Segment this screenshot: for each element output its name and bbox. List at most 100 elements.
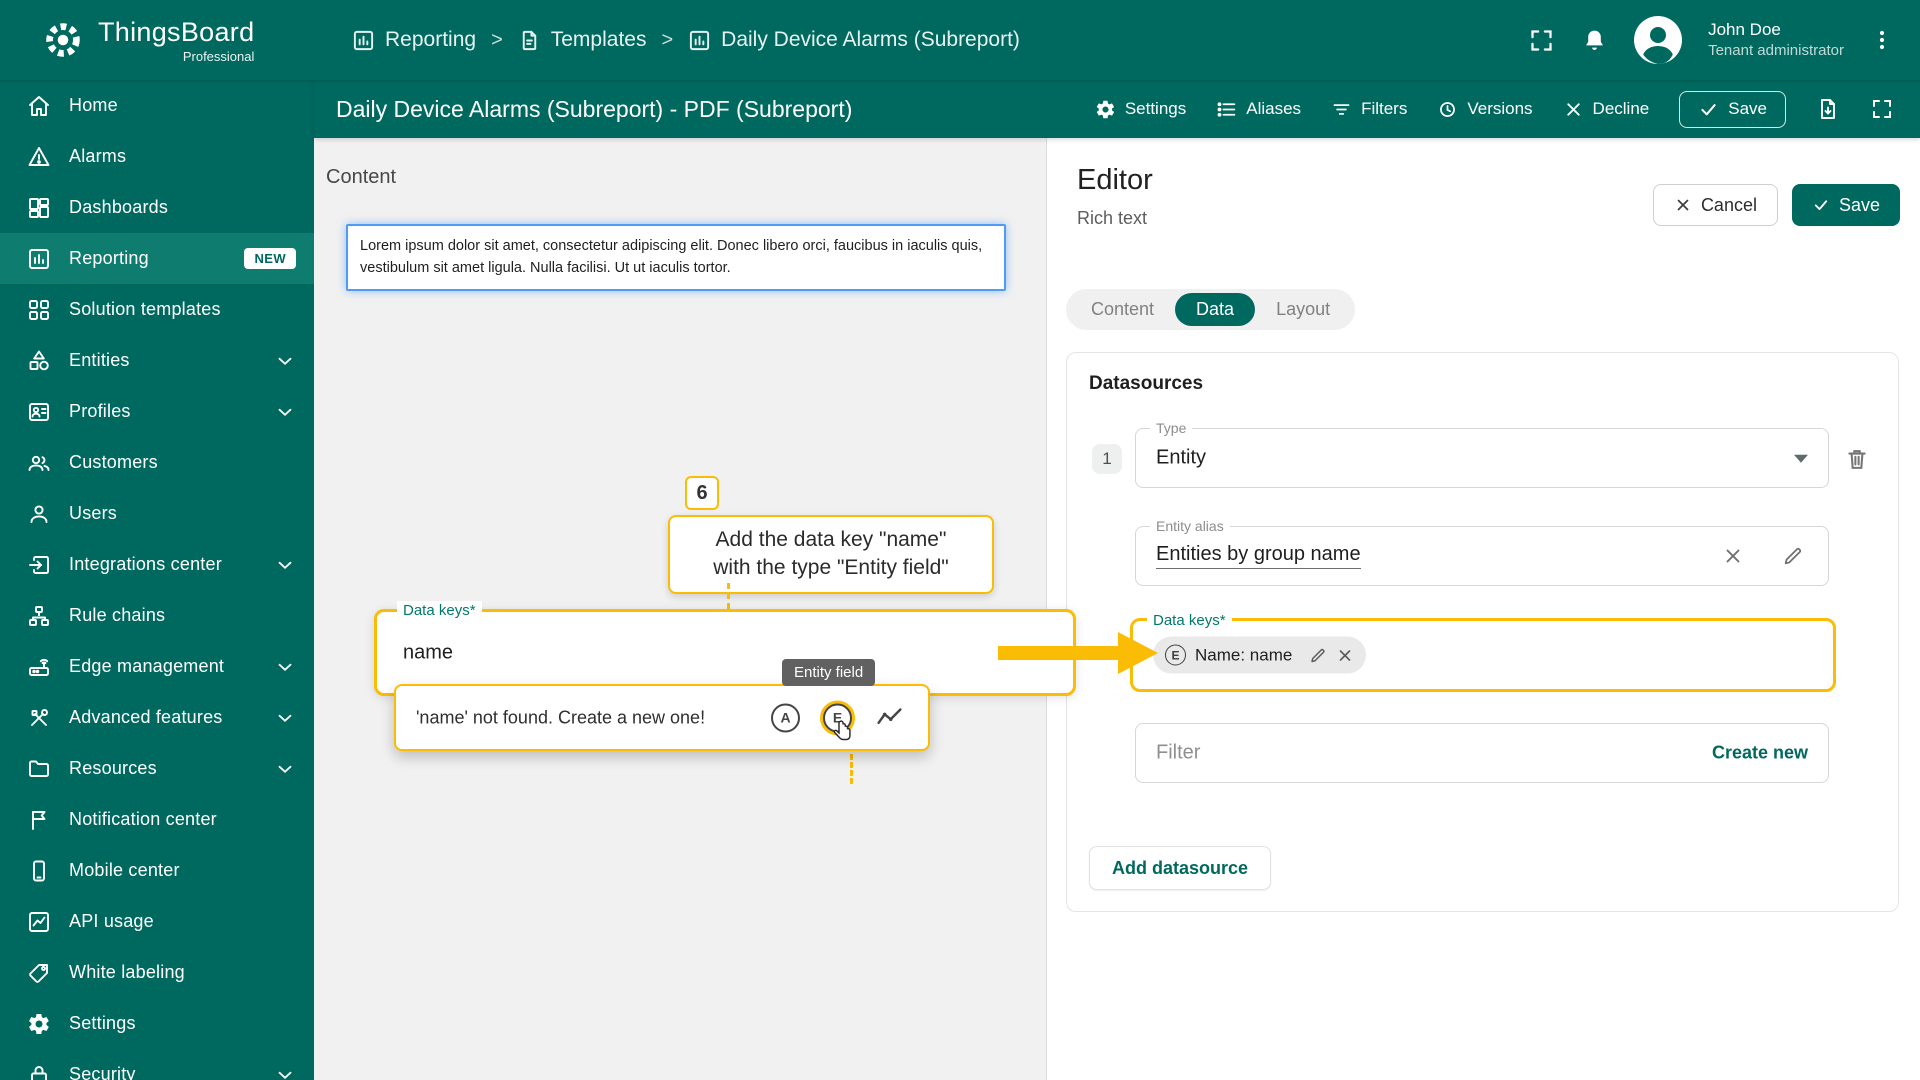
entity-field-type-icon: E — [1165, 644, 1186, 666]
user-menu[interactable]: John Doe Tenant administrator — [1708, 19, 1844, 61]
tutorial-arrow — [998, 632, 1158, 674]
sidebar-item-integrations-center[interactable]: Integrations center — [0, 539, 314, 590]
close-icon — [1566, 102, 1580, 116]
tutorial-datakeys-input[interactable]: Data keys* name — [374, 601, 1076, 696]
hand-cursor-icon — [833, 720, 851, 741]
tab-layout[interactable]: Layout — [1255, 293, 1351, 326]
sidebar-item-entities[interactable]: Entities — [0, 335, 314, 386]
entity-alias-value: Entities by group name — [1156, 543, 1361, 569]
sidebar-item-home[interactable]: Home — [0, 80, 314, 131]
toolbar-decline-button[interactable]: Decline — [1563, 99, 1649, 120]
alarms-icon — [27, 145, 51, 169]
sidebar-item-mobile-center[interactable]: Mobile center — [0, 845, 314, 896]
tab-data[interactable]: Data — [1175, 293, 1256, 326]
sidebar-item-api-usage[interactable]: API usage — [0, 896, 314, 947]
breadcrumb-reporting[interactable]: Reporting — [352, 28, 476, 52]
top-header: ThingsBoard Professional Reporting > Tem… — [0, 0, 1920, 80]
content-section-label: Content — [326, 166, 397, 188]
sidebar-item-users[interactable]: Users — [0, 488, 314, 539]
entity-alias-field[interactable]: Entity alias Entities by group name — [1135, 517, 1829, 586]
notification-icon — [27, 808, 51, 832]
breadcrumb-templates[interactable]: Templates — [518, 28, 646, 52]
generate-report-icon[interactable] — [1816, 97, 1840, 121]
reporting-icon — [27, 247, 51, 271]
sidebar-item-notification-center[interactable]: Notification center — [0, 794, 314, 845]
datakey-chip[interactable]: E Name: name — [1153, 636, 1367, 674]
fullscreen-icon[interactable] — [1528, 27, 1555, 54]
sidebar-item-resources[interactable]: Resources — [0, 743, 314, 794]
create-attribute-key-button[interactable]: A — [771, 703, 800, 732]
tab-content[interactable]: Content — [1070, 293, 1175, 326]
sidebar-item-rule-chains[interactable]: Rule chains — [0, 590, 314, 641]
kebab-menu-icon[interactable] — [1870, 26, 1894, 54]
chevron-down-icon — [278, 714, 292, 722]
create-timeseries-key-button[interactable] — [875, 703, 904, 732]
chevron-down-icon — [278, 663, 292, 671]
widget-editor-panel: Editor Rich text Cancel Save Content Dat… — [1046, 138, 1920, 1080]
not-found-message: 'name' not found. Create a new one! — [416, 707, 706, 727]
create-new-filter-link[interactable]: Create new — [1712, 743, 1808, 764]
chevron-down-icon — [278, 357, 292, 365]
clear-alias-icon[interactable] — [1722, 545, 1744, 567]
editor-subtitle: Rich text — [1077, 208, 1148, 228]
edit-datakey-pencil-icon[interactable] — [1309, 646, 1327, 664]
toolbar-filters-button[interactable]: Filters — [1331, 99, 1407, 120]
tutorial-connector-line — [850, 754, 853, 784]
home-icon — [27, 94, 51, 118]
breadcrumb-separator: > — [491, 28, 503, 51]
breadcrumb-separator: > — [661, 28, 674, 51]
sidebar-item-customers[interactable]: Customers — [0, 437, 314, 488]
sidebar-item-security[interactable]: Security — [0, 1049, 314, 1080]
toolbar-save-button[interactable]: Save — [1679, 90, 1786, 128]
delete-datasource-icon[interactable] — [1844, 446, 1870, 472]
toolbar-settings-button[interactable]: Settings — [1095, 99, 1186, 120]
sidebar-item-profiles[interactable]: Profiles — [0, 386, 314, 437]
remove-datakey-icon[interactable] — [1336, 646, 1354, 664]
sidebar-item-alarms[interactable]: Alarms — [0, 131, 314, 182]
sidebar-item-advanced-features[interactable]: Advanced features — [0, 692, 314, 743]
user-name: John Doe — [1708, 20, 1781, 40]
editor-title: Editor — [1077, 164, 1153, 196]
datakeys-field[interactable]: Data keys* E Name: name — [1130, 611, 1836, 692]
report-icon — [690, 30, 710, 50]
report-toolbar: Daily Device Alarms (Subreport) - PDF (S… — [314, 80, 1920, 138]
rich-text-widget[interactable]: Lorem ipsum dolor sit amet, consectetur … — [346, 224, 1006, 291]
datasource-row-index: 1 — [1092, 444, 1122, 474]
sidebar-item-settings[interactable]: Settings — [0, 998, 314, 1049]
breadcrumb: Reporting > Templates > Daily Device Ala… — [352, 28, 1020, 52]
edit-alias-pencil-icon[interactable] — [1782, 545, 1804, 567]
entities-icon — [27, 349, 51, 373]
datakey-chip-label: Name: name — [1195, 645, 1293, 664]
toolbar-aliases-button[interactable]: Aliases — [1216, 99, 1301, 120]
chevron-down-icon — [278, 561, 292, 569]
toolbar-versions-button[interactable]: Versions — [1437, 99, 1533, 120]
check-icon — [1814, 200, 1828, 211]
chevron-down-icon — [1794, 454, 1808, 463]
edge-icon — [27, 655, 51, 679]
user-avatar[interactable] — [1634, 16, 1683, 64]
brand-logo: ThingsBoard Professional — [0, 17, 314, 64]
tutorial-connector-line — [727, 583, 730, 609]
check-icon — [1701, 103, 1716, 115]
datasources-card: Datasources 1 Type Entity Entity alias E… — [1066, 352, 1899, 912]
breadcrumb-current-page[interactable]: Daily Device Alarms (Subreport) — [688, 28, 1020, 52]
datasource-type-select[interactable]: Type Entity — [1135, 419, 1829, 488]
settings-gear-icon — [27, 1012, 51, 1036]
save-button[interactable]: Save — [1791, 184, 1900, 226]
sidebar-item-solution-templates[interactable]: Solution templates — [0, 284, 314, 335]
add-datasource-button[interactable]: Add datasource — [1089, 846, 1272, 890]
sidebar-item-reporting[interactable]: Reporting NEW — [0, 233, 314, 284]
expand-fullscreen-icon[interactable] — [1870, 97, 1894, 121]
chevron-down-icon — [278, 408, 292, 416]
cancel-button[interactable]: Cancel — [1652, 184, 1778, 226]
notifications-bell-icon[interactable] — [1581, 27, 1608, 54]
sidebar-item-dashboards[interactable]: Dashboards — [0, 182, 314, 233]
profiles-icon — [27, 400, 51, 424]
brand-edition: Professional — [182, 48, 255, 64]
sidebar-item-edge-management[interactable]: Edge management — [0, 641, 314, 692]
sidebar-item-white-labeling[interactable]: White labeling — [0, 947, 314, 998]
filter-field[interactable]: Filter Create new — [1135, 723, 1829, 783]
datakeys-input-value: name — [403, 641, 454, 663]
sidebar-nav: Home Alarms Dashboards Reporting NEW Sol… — [0, 80, 314, 1080]
filter-icon — [1333, 103, 1350, 115]
